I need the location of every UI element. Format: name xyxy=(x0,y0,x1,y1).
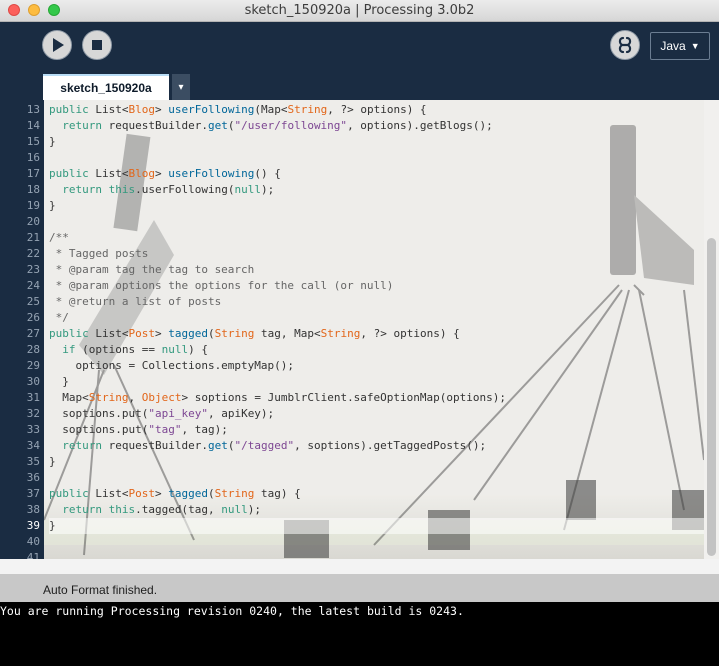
line-number: 17 xyxy=(26,167,40,180)
line-number: 18 xyxy=(26,183,40,196)
line-number: 36 xyxy=(26,471,40,484)
code-line-16[interactable] xyxy=(49,150,704,166)
code-line-35[interactable]: } xyxy=(49,454,704,470)
code-line-13[interactable]: public List<Blog> userFollowing(Map<Stri… xyxy=(49,102,704,118)
code-line-20[interactable] xyxy=(49,214,704,230)
line-number: 16 xyxy=(26,151,40,164)
code-line-31[interactable]: Map<String, Object> soptions = JumblrCli… xyxy=(49,390,704,406)
line-number: 15 xyxy=(26,135,40,148)
code-line-15[interactable]: } xyxy=(49,134,704,150)
code-editor[interactable]: public List<Blog> userFollowing(Map<Stri… xyxy=(44,100,704,559)
line-number: 35 xyxy=(26,455,40,468)
line-number: 21 xyxy=(26,231,40,244)
tab-sketch[interactable]: sketch_150920a xyxy=(43,74,169,100)
line-number: 27 xyxy=(26,327,40,340)
line-numbers: 13 14 15 16 17 18 19 20 21 22 23 24 25 26 27 28 29 30 31 32… xyxy=(27,102,40,566)
code-line-25[interactable]: * @return a list of posts xyxy=(49,294,704,310)
editor-footer xyxy=(0,559,719,574)
line-number: 26 xyxy=(26,311,40,324)
line-number: 38 xyxy=(26,503,40,516)
code-line-22[interactable]: * Tagged posts xyxy=(49,246,704,262)
line-number: 32 xyxy=(26,407,40,420)
code-line-26[interactable]: */ xyxy=(49,310,704,326)
line-number: 31 xyxy=(26,391,40,404)
chevron-down-icon: ▼ xyxy=(690,41,700,51)
line-number: 40 xyxy=(26,535,40,548)
line-number: 30 xyxy=(26,375,40,388)
code-line-34[interactable]: return requestBuilder.get("/tagged", sop… xyxy=(49,438,704,454)
line-number: 19 xyxy=(26,199,40,212)
code-line-23[interactable]: * @param tag the tag to search xyxy=(49,262,704,278)
line-number: 23 xyxy=(26,263,40,276)
line-number: 39 xyxy=(26,519,40,532)
code-line-38[interactable]: return this.tagged(tag, null); xyxy=(49,502,704,518)
line-number: 34 xyxy=(26,439,40,452)
code-line-39[interactable]: } xyxy=(49,518,704,534)
line-number: 13 xyxy=(26,103,40,116)
debug-button[interactable] xyxy=(610,30,640,60)
code-line-27[interactable]: public List<Post> tagged(String tag, Map… xyxy=(49,326,704,342)
line-number: 20 xyxy=(26,215,40,228)
stop-icon xyxy=(92,40,102,50)
code-line-21[interactable]: /** xyxy=(49,230,704,246)
code-line-18[interactable]: return this.userFollowing(null); xyxy=(49,182,704,198)
stop-button[interactable] xyxy=(82,30,112,60)
debug-icon xyxy=(618,36,632,54)
line-number: 25 xyxy=(26,295,40,308)
line-number: 33 xyxy=(26,423,40,436)
language-label: Java xyxy=(660,39,686,53)
code-line-36[interactable] xyxy=(49,470,704,486)
line-number: 14 xyxy=(26,119,40,132)
scrollbar-thumb[interactable] xyxy=(707,238,716,556)
code-line-17[interactable]: public List<Blog> userFollowing() { xyxy=(49,166,704,182)
code-line-19[interactable]: } xyxy=(49,198,704,214)
code-line-40[interactable] xyxy=(49,534,704,550)
code-line-30[interactable]: } xyxy=(49,374,704,390)
line-number: 28 xyxy=(26,343,40,356)
code-line-28[interactable]: if (options == null) { xyxy=(49,342,704,358)
line-number: 37 xyxy=(26,487,40,500)
code-line-37[interactable]: public List<Post> tagged(String tag) { xyxy=(49,486,704,502)
code-line-41[interactable] xyxy=(49,550,704,559)
play-icon xyxy=(53,38,64,52)
code-line-29[interactable]: options = Collections.emptyMap(); xyxy=(49,358,704,374)
line-number: 24 xyxy=(26,279,40,292)
run-button[interactable] xyxy=(42,30,72,60)
line-number-gutter: 13 14 15 16 17 18 19 20 21 22 23 24 25 26 27 28 29 30 31 32… xyxy=(0,100,44,564)
code-text[interactable]: public List<Blog> userFollowing(Map<Stri… xyxy=(49,102,704,559)
language-mode-select[interactable]: Java ▼ xyxy=(650,32,710,60)
code-line-32[interactable]: soptions.put("api_key", apiKey); xyxy=(49,406,704,422)
line-number: 29 xyxy=(26,359,40,372)
status-message: Auto Format finished. xyxy=(0,574,719,602)
tab-menu-button[interactable]: ▾ xyxy=(172,74,190,100)
line-number: 22 xyxy=(26,247,40,260)
code-line-14[interactable]: return requestBuilder.get("/user/followi… xyxy=(49,118,704,134)
code-line-33[interactable]: soptions.put("tag", tag); xyxy=(49,422,704,438)
title-bar: sketch_150920a | Processing 3.0b2 xyxy=(0,0,719,22)
console-output: You are running Processing revision 0240… xyxy=(0,602,719,666)
code-line-24[interactable]: * @param options the options for the cal… xyxy=(49,278,704,294)
window-title: sketch_150920a | Processing 3.0b2 xyxy=(244,3,475,18)
